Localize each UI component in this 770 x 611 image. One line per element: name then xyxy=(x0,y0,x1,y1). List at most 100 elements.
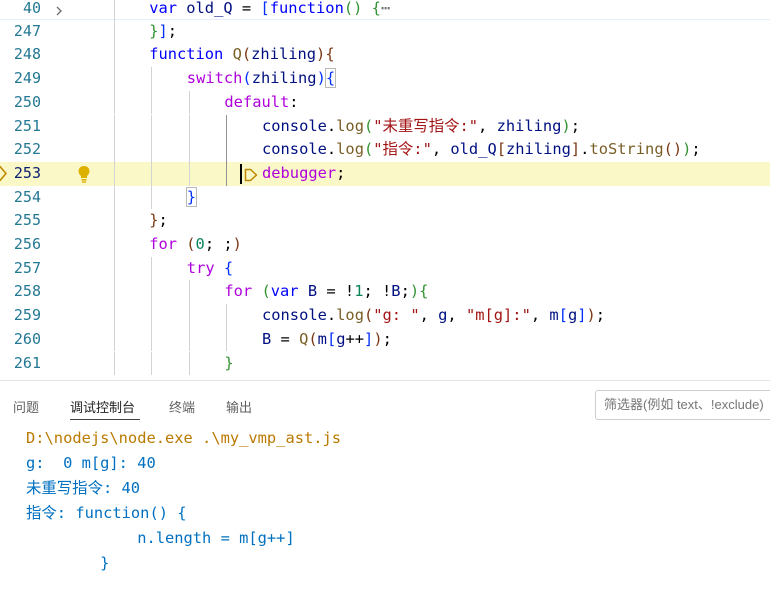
indent-guide xyxy=(226,327,228,352)
code-token: , xyxy=(478,116,497,135)
code-text: B = Q(m[g++]); xyxy=(262,328,392,352)
code-token: m xyxy=(549,306,559,325)
code-token: , xyxy=(419,306,439,325)
code-token: [ xyxy=(260,0,270,17)
code-token: . xyxy=(326,306,337,325)
code-token: B xyxy=(391,282,401,301)
code-token: ) xyxy=(373,329,383,348)
code-token: "g: " xyxy=(373,306,420,325)
code-line[interactable]: 252 console.log("指令:", old_Q[zhiling].toS… xyxy=(0,138,770,162)
code-line[interactable]: 254} xyxy=(0,185,770,210)
line-number: 40 xyxy=(22,0,41,17)
tab-terminal[interactable]: 终端 xyxy=(169,397,195,416)
code-line[interactable]: 40 var old_Q = [function() {⋯ xyxy=(0,0,770,21)
lightbulb-icon[interactable] xyxy=(77,164,91,184)
code-line[interactable]: 257 try { xyxy=(0,256,770,281)
indent-guide xyxy=(188,327,190,352)
code-line[interactable]: 253 debugger; xyxy=(0,161,770,186)
code-line[interactable]: 260 B = Q(m[g++]); xyxy=(0,327,770,352)
code-line[interactable]: 256 for (0; ;) xyxy=(0,233,770,257)
inline-breakpoint-icon[interactable] xyxy=(244,167,258,182)
code-token: ; xyxy=(158,211,168,230)
code-line[interactable]: 261} xyxy=(0,351,770,376)
code-token: log xyxy=(336,116,364,135)
chevron-right-icon[interactable] xyxy=(52,0,66,21)
code-token: switch xyxy=(186,69,243,88)
code-token: { xyxy=(419,282,429,301)
code-token: . xyxy=(326,116,337,135)
code-line[interactable]: 247}]; xyxy=(0,19,770,44)
code-token: ⋯ xyxy=(380,0,391,17)
indent-guide xyxy=(113,43,115,68)
code-token: default xyxy=(224,92,290,111)
tab-problems[interactable]: 问题 xyxy=(13,397,39,416)
code-line[interactable]: 248 function Q(zhiling){ xyxy=(0,43,770,68)
code-token: ( xyxy=(241,45,252,64)
indent-guide xyxy=(113,304,115,328)
indent-guide xyxy=(113,209,115,233)
code-line[interactable]: 251 console.log("未重写指令:", zhiling); xyxy=(0,114,770,139)
line-number: 250 xyxy=(13,92,41,111)
code-editor[interactable]: 40 var old_Q = [function() {⋯ 247}]; 248 fun… xyxy=(0,0,770,380)
debug-stackframe-icon[interactable] xyxy=(0,165,8,182)
code-token: ; xyxy=(336,163,346,182)
code-token: ) xyxy=(409,282,420,301)
code-line[interactable]: 250 default: xyxy=(0,90,770,115)
code-text: console.log("未重写指令:", zhiling); xyxy=(262,115,580,139)
code-token: , xyxy=(530,306,550,325)
code-line[interactable]: 259 console.log("g: ", g, "m[g]:", m[g]); xyxy=(0,304,770,328)
indent-guide xyxy=(113,351,115,376)
code-token: var xyxy=(270,282,308,301)
indent-guide xyxy=(113,90,115,115)
code-line[interactable]: 258 for (var B = !1; !B;){ xyxy=(0,280,770,305)
code-token: ] xyxy=(570,140,581,159)
code-token: function xyxy=(149,45,233,64)
active-tab-underline xyxy=(70,419,140,420)
tab-debug-console[interactable]: 调试控制台 xyxy=(70,397,135,416)
code-token: = ! xyxy=(317,282,355,301)
indent-guide xyxy=(151,90,153,115)
code-token: for xyxy=(149,235,187,253)
code-token: ; xyxy=(382,329,392,348)
indent-guide xyxy=(113,67,115,91)
code-text: }]; xyxy=(149,20,177,44)
filter-input[interactable]: 筛选器(例如 text、!exclude) xyxy=(595,390,770,420)
indent-guide xyxy=(188,161,190,186)
code-token: ; ; xyxy=(204,235,233,253)
line-number: 252 xyxy=(13,140,41,159)
code-token: ; xyxy=(400,282,410,301)
tab-output[interactable]: 输出 xyxy=(226,397,252,416)
code-token: () xyxy=(343,0,363,17)
code-token: var xyxy=(149,0,187,17)
bottom-panel: 问题 调试控制台 终端 输出 筛选器(例如 text、!exclude) D:\… xyxy=(0,380,770,611)
code-token: () xyxy=(663,140,683,159)
code-text: console.log("g: ", g, "m[g]:", m[g]); xyxy=(262,304,605,328)
line-number: 260 xyxy=(13,329,41,348)
indent-guide xyxy=(113,138,115,162)
code-token: g xyxy=(336,329,346,348)
indent-guide xyxy=(151,114,153,139)
indent-guide xyxy=(113,280,115,305)
code-text: for (var B = !1; !B;){ xyxy=(224,280,428,304)
code-text: switch(zhiling){ xyxy=(186,67,337,91)
console-command-line: D:\nodejs\node.exe .\my_vmp_ast.js xyxy=(26,429,342,447)
indent-guide xyxy=(226,114,228,139)
code-text: default: xyxy=(224,91,298,115)
indent-guide xyxy=(113,256,115,281)
code-token: = xyxy=(271,329,300,348)
code-token: Q xyxy=(232,45,242,64)
line-number: 247 xyxy=(13,21,41,40)
indent-guide xyxy=(113,161,115,186)
code-token: ( xyxy=(242,69,252,88)
code-token: ] xyxy=(577,306,587,325)
line-number: 259 xyxy=(13,306,41,325)
code-token: 0 xyxy=(195,235,205,253)
indent-guide xyxy=(151,138,153,162)
code-token: { xyxy=(325,45,335,64)
code-line[interactable]: 255}; xyxy=(0,209,770,233)
code-text: } xyxy=(185,186,198,210)
code-text: console.log("指令:", old_Q[zhiling].toStri… xyxy=(262,138,701,162)
code-token: ] xyxy=(158,21,168,40)
code-line[interactable]: 249 switch(zhiling){ xyxy=(0,67,770,91)
console-log-line: g: 0 m[g]: 40 xyxy=(26,454,156,472)
